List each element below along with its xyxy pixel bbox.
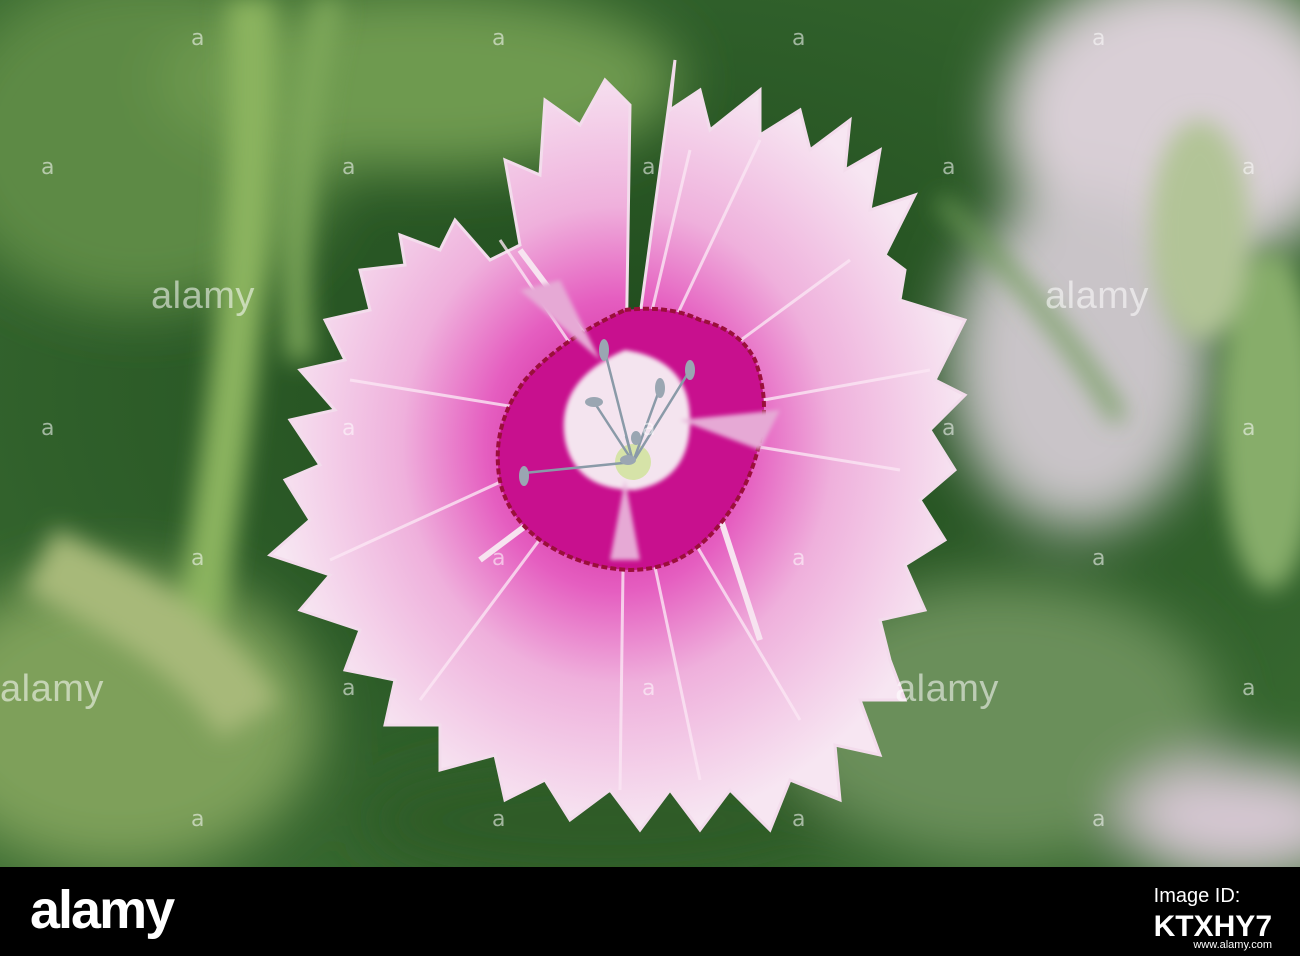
watermark-glyph: a [1092, 26, 1106, 51]
watermark-text: alamy [0, 668, 104, 710]
watermark-glyph: a [942, 416, 956, 441]
watermark-glyph: a [342, 676, 356, 701]
logo-text: alamy [30, 880, 175, 940]
watermark-glyph: a [492, 546, 506, 571]
watermark-glyph: a [642, 416, 656, 441]
watermark-glyph: a [1242, 676, 1256, 701]
watermark-glyph: a [41, 155, 55, 180]
site-url: www.alamy.com [1193, 939, 1272, 951]
watermark-glyph: a [191, 26, 205, 51]
image-id-label: Image ID: [1153, 885, 1241, 907]
watermark-glyph: a [492, 807, 506, 832]
watermark-glyph: a [41, 416, 55, 441]
image-id-block: Image ID: KTXHY7 [1154, 885, 1272, 944]
watermark-glyph: a [792, 546, 806, 571]
watermark-glyph: a [792, 807, 806, 832]
watermark-glyph: a [642, 155, 656, 180]
stock-footer-bar: alamy Image ID: KTXHY7 www.alamy.com [0, 867, 1300, 956]
watermark-glyph: a [792, 26, 806, 51]
watermark-glyph: a [1242, 416, 1256, 441]
watermark-text: alamy [151, 275, 255, 317]
watermark-glyph: a [191, 807, 205, 832]
watermark-glyph: a [1092, 546, 1106, 571]
watermark-glyph: a [342, 416, 356, 441]
watermark-glyph: a [191, 546, 205, 571]
watermark-glyph: a [492, 26, 506, 51]
watermark-glyph: a [1092, 807, 1106, 832]
stock-photo: alamy alamy alamy alamy a a a a a a a a … [0, 0, 1300, 867]
watermark-glyph: a [642, 676, 656, 701]
alamy-logo: alamy [30, 881, 260, 941]
watermark-text: alamy [1045, 275, 1149, 317]
watermark-glyph: a [1242, 155, 1256, 180]
watermark-text: alamy [895, 668, 999, 710]
watermark-glyph: a [942, 155, 956, 180]
watermark-glyph: a [342, 155, 356, 180]
